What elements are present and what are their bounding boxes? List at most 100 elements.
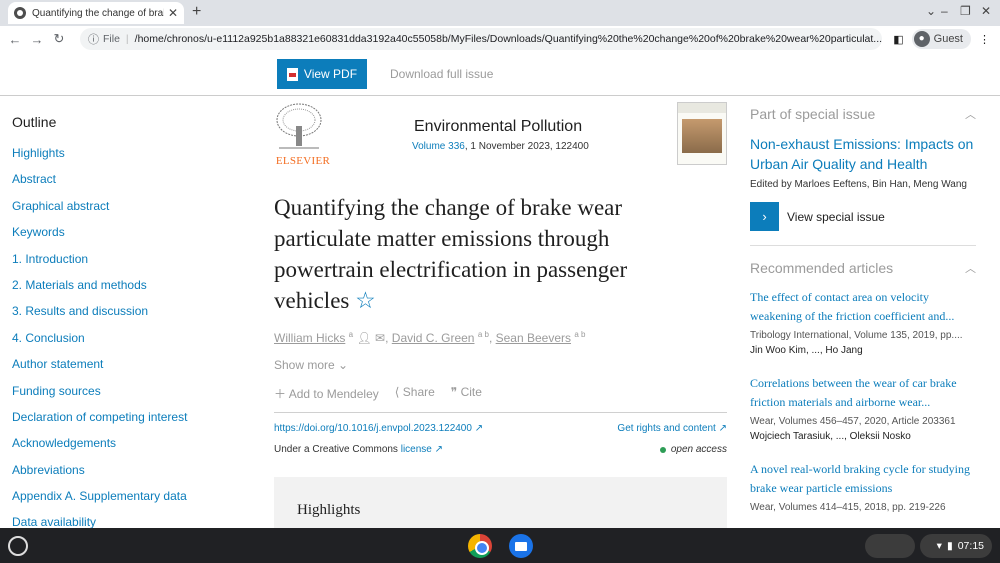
add-to-mendeley-button[interactable]: ＋ Add to Mendeley (274, 385, 379, 402)
author-affiliation: a (348, 330, 354, 339)
share-button[interactable]: ⟨ Share (395, 385, 435, 402)
journal-title[interactable]: Environmental Pollution (414, 118, 582, 136)
elsevier-logo[interactable]: ELSEVIER (274, 102, 332, 168)
author-link[interactable]: William Hicks (274, 331, 345, 345)
forward-icon[interactable]: → (26, 32, 48, 47)
chevron-up-icon[interactable]: ︿ (965, 260, 976, 276)
avatar-icon: ● (913, 31, 930, 47)
outline-item[interactable]: Keywords (12, 225, 230, 251)
author-link[interactable]: David C. Green (392, 331, 475, 345)
recommended-title[interactable]: The effect of contact area on velocity w… (750, 288, 976, 326)
doi-text: https://doi.org/10.1016/j.envpol.2023.12… (274, 423, 472, 434)
outline-item[interactable]: 3. Results and discussion (12, 304, 230, 330)
browser-tab[interactable]: Quantifying the change of brake ✕ (8, 2, 184, 24)
chrome-app-icon[interactable] (468, 534, 492, 558)
files-app-icon[interactable] (509, 534, 533, 558)
view-special-issue-button[interactable]: › View special issue (750, 202, 976, 231)
holding-space-tray[interactable] (865, 534, 915, 558)
battery-icon: ▮ (946, 540, 953, 552)
recommended-header[interactable]: Recommended articles ︿ (750, 260, 976, 276)
url-text: /home/chronos/u-e1112a925b1a88321e60831d… (134, 33, 882, 45)
recommended-title[interactable]: Correlations between the wear of car bra… (750, 374, 976, 412)
outline-item[interactable]: Abbreviations (12, 463, 230, 489)
journal-meta-rest: , 1 November 2023, 122400 (464, 141, 589, 152)
outline-item[interactable]: Declaration of competing interest (12, 410, 230, 436)
outline-item[interactable]: 4. Conclusion (12, 331, 230, 357)
side-panel-icon[interactable]: ◧ (893, 33, 903, 46)
special-issue-heading: Part of special issue (750, 106, 876, 122)
minimize-button[interactable]: – (941, 4, 948, 18)
license-link[interactable]: license ↗ (401, 444, 443, 455)
show-more-button[interactable]: Show more ⌄ (274, 358, 727, 372)
view-special-issue-label: View special issue (787, 209, 885, 224)
outline-item[interactable]: Author statement (12, 357, 230, 383)
close-tab-icon[interactable]: ✕ (168, 6, 178, 20)
special-issue-header[interactable]: Part of special issue ︿ (750, 106, 976, 122)
license-row: Under a Creative Commons license ↗ open … (274, 444, 727, 455)
open-access-dot-icon (659, 446, 666, 453)
highlights-heading: Highlights (297, 502, 361, 518)
recommended-title[interactable]: A novel real-world braking cycle for stu… (750, 460, 976, 498)
share-label: Share (402, 385, 435, 399)
toolbar-right: ◧ ● Guest ⋮ (893, 29, 990, 49)
new-tab-button[interactable]: + (192, 3, 201, 21)
outline-item[interactable]: Highlights (12, 146, 230, 172)
person-icon[interactable]: 👤︎ (356, 331, 371, 345)
view-pdf-button[interactable]: View PDF (277, 59, 367, 89)
cite-label: Cite (460, 385, 482, 399)
license-text: license (400, 444, 432, 455)
outline-item[interactable]: Abstract (12, 172, 230, 198)
special-issue-title[interactable]: Non-exhaust Emissions: Impacts on Urban … (750, 134, 976, 174)
recommended-article: A novel real-world braking cycle for stu… (750, 460, 976, 513)
star-icon[interactable]: ☆ (355, 288, 376, 313)
url-scheme: File (103, 33, 120, 45)
chevron-up-icon[interactable]: ︿ (965, 106, 976, 122)
highlights-section: Highlights (274, 477, 727, 528)
restore-button[interactable]: ❐ (960, 4, 971, 18)
rights-text: Get rights and content (617, 423, 716, 434)
launcher-icon[interactable] (8, 536, 28, 556)
cite-button[interactable]: ❞ Cite (451, 385, 482, 402)
article-title-text: Quantifying the change of brake wear par… (274, 195, 628, 313)
outline-item[interactable]: Acknowledgements (12, 436, 230, 462)
outline-item[interactable]: 2. Materials and methods (12, 278, 230, 304)
cover-photo (682, 119, 722, 153)
status-tray[interactable]: ▾ ▮ 07:15 (920, 534, 992, 558)
divider (750, 245, 976, 246)
rights-link[interactable]: Get rights and content ↗ (617, 423, 727, 434)
address-bar[interactable]: ⓘ File | /home/chronos/u-e1112a925b1a883… (80, 28, 882, 50)
tab-search-icon[interactable]: ⌄ (926, 4, 936, 18)
author-link[interactable]: Sean Beevers (496, 331, 571, 345)
journal-meta: Volume 336, 1 November 2023, 122400 (412, 141, 589, 152)
action-bar: View PDF Download full issue (0, 52, 1000, 96)
right-sidebar: Part of special issue ︿ Non-exhaust Emis… (750, 96, 976, 528)
open-access-label: open access (670, 444, 727, 455)
volume-link[interactable]: Volume 336 (412, 141, 465, 152)
outline-item[interactable]: Graphical abstract (12, 199, 230, 225)
doi-link[interactable]: https://doi.org/10.1016/j.envpol.2023.12… (274, 423, 483, 434)
menu-icon[interactable]: ⋮ (979, 33, 990, 46)
recommended-authors: Wojciech Tarasiuk, ..., Oleksii Nosko (750, 431, 911, 442)
recommended-heading: Recommended articles (750, 260, 894, 276)
download-issue-link[interactable]: Download full issue (390, 67, 493, 81)
close-window-button[interactable]: ✕ (981, 4, 991, 18)
mail-icon[interactable]: ✉ (375, 331, 385, 345)
pdf-icon (286, 67, 298, 81)
article-tools: ＋ Add to Mendeley ⟨ Share ❞ Cite (274, 385, 727, 413)
info-icon[interactable]: ⓘ (88, 31, 99, 47)
outline-item[interactable]: Data availability (12, 515, 230, 528)
journal-header: ELSEVIER Environmental Pollution Volume … (274, 96, 727, 170)
outline-item[interactable]: 1. Introduction (12, 252, 230, 278)
author-affiliation: a b (574, 330, 586, 339)
journal-cover-image[interactable] (677, 102, 727, 165)
chevron-down-icon: ⌄ (338, 358, 349, 372)
tab-title: Quantifying the change of brake (32, 7, 164, 19)
doi-row: https://doi.org/10.1016/j.envpol.2023.12… (274, 423, 727, 434)
outline-item[interactable]: Funding sources (12, 384, 230, 410)
reload-icon[interactable]: ↻ (48, 31, 70, 47)
outline-item[interactable]: Appendix A. Supplementary data (12, 489, 230, 515)
outline-heading: Outline (12, 114, 57, 130)
back-icon[interactable]: ← (4, 32, 26, 47)
recommended-article: Correlations between the wear of car bra… (750, 374, 976, 442)
profile-button[interactable]: ● Guest (911, 29, 971, 49)
